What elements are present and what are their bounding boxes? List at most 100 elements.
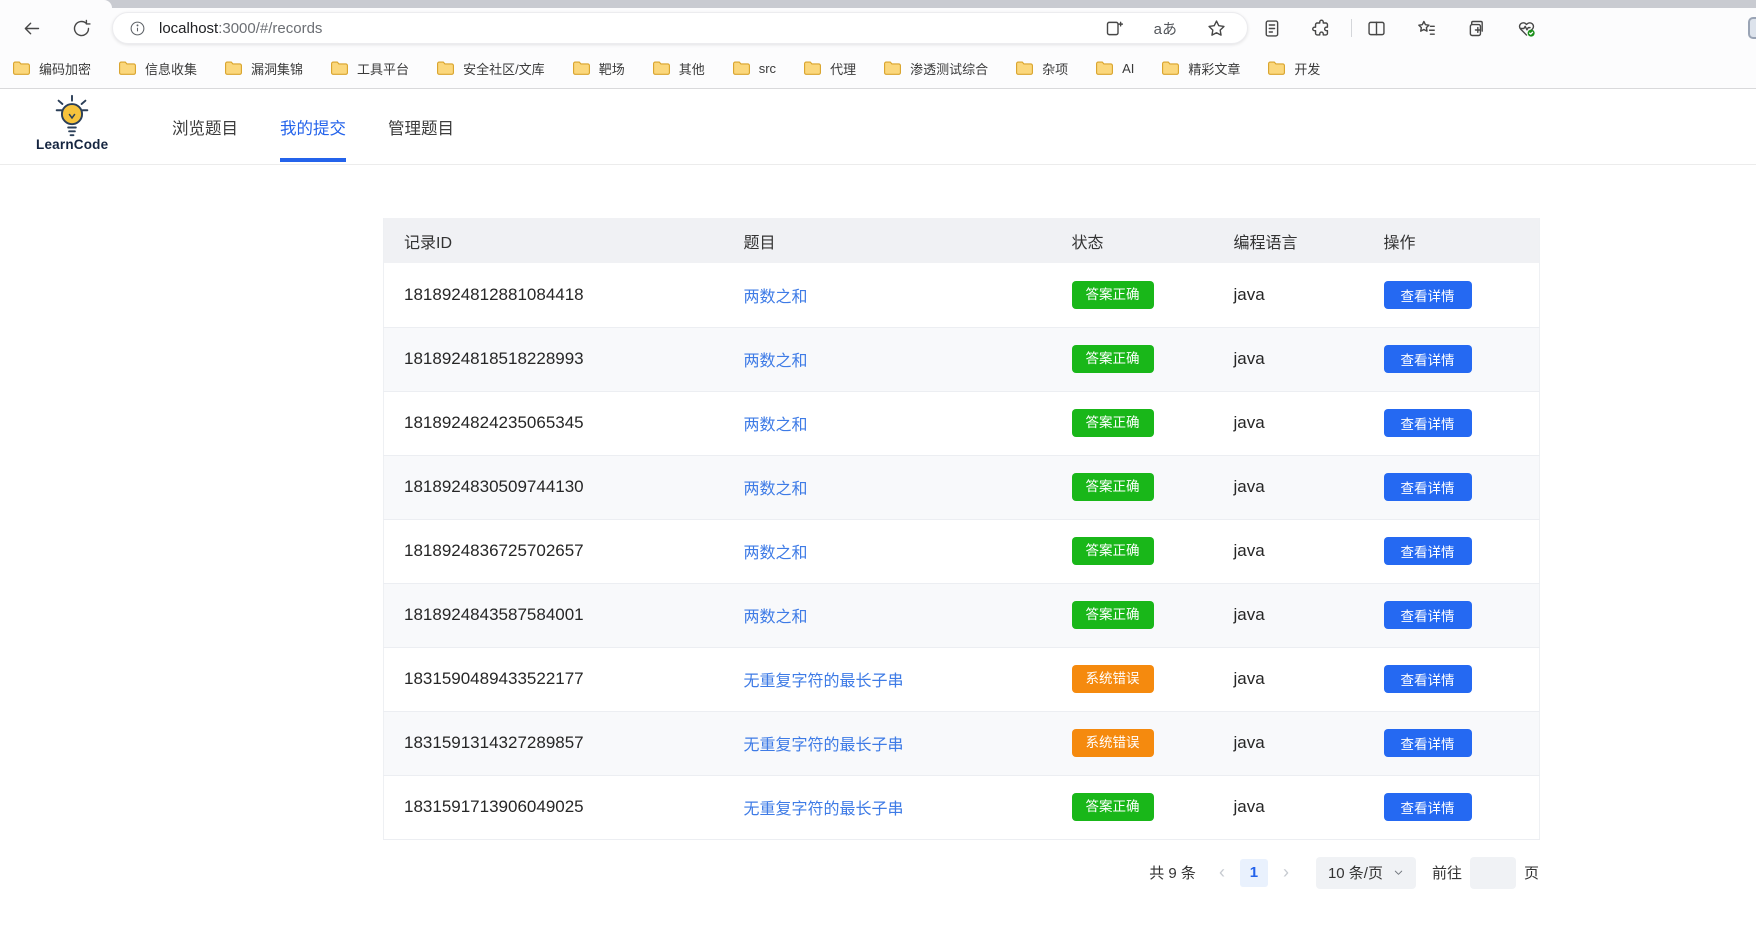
tab-strip [0,0,1756,8]
reading-list-icon[interactable] [1258,15,1284,41]
active-tab-edge [0,0,112,8]
bookmark-label: 精彩文章 [1188,59,1240,78]
status-badge: 答案正确 [1072,601,1154,629]
record-id: 1818924812881084418 [384,263,724,327]
page-size-select[interactable]: 10 条/页 [1316,857,1416,889]
collections-icon[interactable] [1463,15,1489,41]
app-logo[interactable]: LearnCode [36,93,108,152]
problem-link[interactable]: 两数之和 [744,417,808,434]
status-badge: 系统错误 [1072,665,1154,693]
bookmark-folder[interactable]: src [732,60,776,76]
address-bar[interactable]: localhost:3000/#/records aあ [112,12,1248,44]
view-detail-button[interactable]: 查看详情 [1384,473,1472,501]
view-detail-button[interactable]: 查看详情 [1384,409,1472,437]
bookmark-folder[interactable]: 工具平台 [330,59,409,78]
url-path: :3000/#/records [218,20,322,37]
next-page-button[interactable]: › [1270,857,1302,889]
problem-link[interactable]: 两数之和 [744,353,808,370]
language: java [1214,583,1364,647]
site-info-icon[interactable] [127,18,147,38]
nav-item-manage[interactable]: 管理题目 [388,89,454,165]
folder-icon [1267,60,1286,76]
bookmark-folder[interactable]: 精彩文章 [1161,59,1240,78]
record-id: 1818924843587584001 [384,583,724,647]
folder-icon [330,60,349,76]
language: java [1214,263,1364,327]
bookmark-label: 信息收集 [145,59,197,78]
bookmark-label: 代理 [830,59,856,78]
folder-icon [652,60,671,76]
folder-icon [803,60,822,76]
col-record-id: 记录ID [384,218,724,263]
problem-link[interactable]: 无重复字符的最长子串 [744,737,904,754]
view-detail-button[interactable]: 查看详情 [1384,345,1472,373]
translate-icon[interactable]: aあ [1154,18,1177,39]
table-row: 1831591713906049025 无重复字符的最长子串 答案正确 java… [384,775,1540,839]
table-row: 1818924818518228993 两数之和 答案正确 java 查看详情 [384,327,1540,391]
view-detail-button[interactable]: 查看详情 [1384,537,1472,565]
view-detail-button[interactable]: 查看详情 [1384,601,1472,629]
url-host: localhost [159,20,218,37]
problem-link[interactable]: 无重复字符的最长子串 [744,801,904,818]
language: java [1214,327,1364,391]
app-header: LearnCode 浏览题目 我的提交 管理题目 [0,89,1756,165]
refresh-icon[interactable] [68,15,94,41]
bookmark-label: 工具平台 [357,59,409,78]
language: java [1214,647,1364,711]
problem-link[interactable]: 两数之和 [744,289,808,306]
record-id: 1818924824235065345 [384,391,724,455]
bookmark-label: 安全社区/文库 [463,59,545,78]
favorite-star-icon[interactable] [1203,15,1229,41]
problem-link[interactable]: 两数之和 [744,609,808,626]
language: java [1214,711,1364,775]
col-language: 编程语言 [1214,218,1364,263]
bookmark-folder[interactable]: 漏洞集锦 [224,59,303,78]
extensions-icon[interactable] [1308,15,1334,41]
bookmark-label: 编码加密 [39,59,91,78]
bookmark-label: 渗透测试综合 [910,59,988,78]
problem-link[interactable]: 两数之和 [744,481,808,498]
page-number-1[interactable]: 1 [1240,859,1268,887]
folder-icon [118,60,137,76]
view-detail-button[interactable]: 查看详情 [1384,665,1472,693]
workspaces-icon[interactable] [1102,15,1128,41]
bookmark-folder[interactable]: 渗透测试综合 [883,59,988,78]
favorites-bar-icon[interactable] [1413,15,1439,41]
bookmark-label: 靶场 [599,59,625,78]
record-id: 1831591314327289857 [384,711,724,775]
table-row: 1818924824235065345 两数之和 答案正确 java 查看详情 [384,391,1540,455]
status-badge: 答案正确 [1072,409,1154,437]
bookmark-label: src [759,61,776,76]
bookmark-folder[interactable]: 信息收集 [118,59,197,78]
bookmark-folder[interactable]: AI [1095,60,1134,76]
nav-item-browse[interactable]: 浏览题目 [172,89,238,165]
bookmark-label: 漏洞集锦 [251,59,303,78]
nav-item-my-submissions[interactable]: 我的提交 [280,89,346,165]
table-row: 1818924830509744130 两数之和 答案正确 java 查看详情 [384,455,1540,519]
page-size-value: 10 条/页 [1328,862,1383,883]
folder-icon [732,60,751,76]
bookmark-folder[interactable]: 靶场 [572,59,625,78]
view-detail-button[interactable]: 查看详情 [1384,793,1472,821]
prev-page-button[interactable]: ‹ [1206,857,1238,889]
bookmark-folder[interactable]: 安全社区/文库 [436,59,545,78]
pagination: 共 9 条 ‹ 1 › 10 条/页 前往 页 [383,853,1539,893]
view-detail-button[interactable]: 查看详情 [1384,729,1472,757]
browser-toolbar: localhost:3000/#/records aあ [0,8,1756,48]
back-icon[interactable] [18,15,44,41]
status-badge: 答案正确 [1072,793,1154,821]
bookmark-folder[interactable]: 开发 [1267,59,1320,78]
browser-essentials-icon[interactable] [1513,15,1539,41]
view-detail-button[interactable]: 查看详情 [1384,281,1472,309]
split-screen-icon[interactable] [1363,15,1389,41]
bookmark-folder[interactable]: 编码加密 [12,59,91,78]
bookmark-folder[interactable]: 杂项 [1015,59,1068,78]
records-page: 记录ID 题目 状态 编程语言 操作 1818924812881084418 两… [383,218,1539,893]
goto-page-input[interactable] [1470,857,1516,889]
problem-link[interactable]: 无重复字符的最长子串 [744,673,904,690]
bookmark-folder[interactable]: 代理 [803,59,856,78]
problem-link[interactable]: 两数之和 [744,545,808,562]
status-badge: 答案正确 [1072,345,1154,373]
records-table: 记录ID 题目 状态 编程语言 操作 1818924812881084418 两… [383,218,1540,840]
bookmark-folder[interactable]: 其他 [652,59,705,78]
